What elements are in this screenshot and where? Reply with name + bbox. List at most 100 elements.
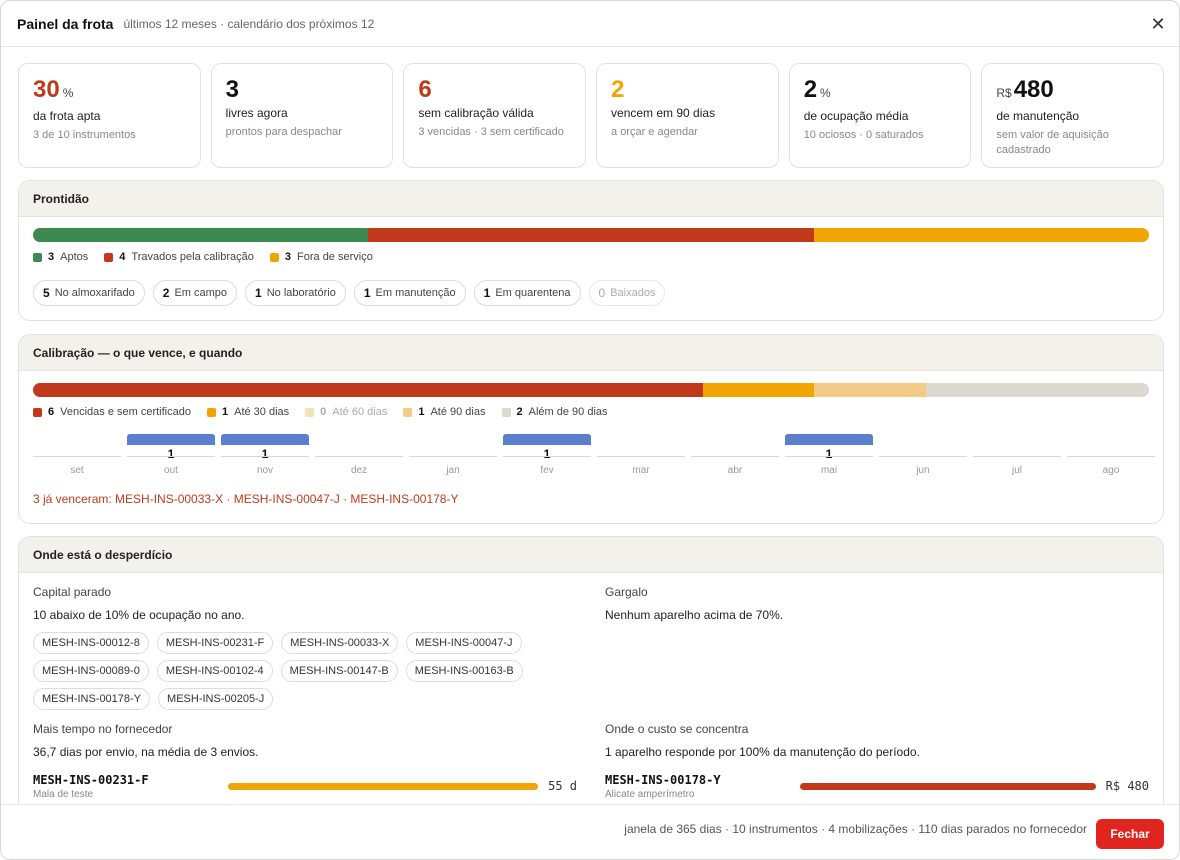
stacked-bar-segment bbox=[367, 228, 815, 242]
legend-label: Até 60 dias bbox=[332, 406, 388, 418]
instrument-tag[interactable]: MESH-INS-00047-J bbox=[406, 632, 522, 654]
location-label: No almoxarifado bbox=[54, 287, 135, 299]
legend-count: 1 bbox=[418, 406, 425, 418]
location-count: 2 bbox=[162, 286, 170, 300]
cost-top-item[interactable]: MESH-INS-00178-Y Alicate amperímetro R$ … bbox=[605, 773, 1149, 803]
idle-title: Capital parado bbox=[33, 585, 112, 599]
calibration-title: Calibração — o que vence, e quando bbox=[19, 335, 1163, 371]
month-label: out bbox=[164, 465, 178, 476]
legend-item: 1 Até 90 dias bbox=[403, 406, 486, 418]
month-column: set bbox=[33, 434, 121, 480]
legend-label: Aptos bbox=[60, 251, 89, 263]
instrument-tag[interactable]: MESH-INS-00231-F bbox=[156, 632, 274, 654]
supplier-text: 36,7 dias por envio, na média de 3 envio… bbox=[33, 745, 259, 759]
supplier-top-item[interactable]: MESH-INS-00231-F Mala de teste 55 d bbox=[33, 773, 577, 803]
month-label: mai bbox=[820, 465, 838, 476]
legend-count: 6 bbox=[48, 406, 55, 418]
kpi-label: sem calibração válida bbox=[418, 106, 534, 120]
instrument-tag[interactable]: MESH-INS-00205-J bbox=[158, 688, 274, 710]
readiness-legend: 3 Aptos 4 Travados pela calibração 3 Fora de … bbox=[33, 251, 373, 263]
location-count: 1 bbox=[483, 286, 491, 300]
instrument-tag[interactable]: MESH-INS-00012-8 bbox=[33, 632, 149, 654]
bottleneck-section: Gargalo Nenhum aparelho acima de 70%. bbox=[605, 585, 1145, 622]
month-baseline bbox=[503, 456, 591, 457]
month-count: 1 bbox=[543, 447, 551, 461]
instrument-tag[interactable]: MESH-INS-00102-4 bbox=[156, 660, 273, 682]
month-label: fev bbox=[540, 465, 554, 476]
kpi-note: sem valor de aquisição cadastrado bbox=[996, 129, 1109, 156]
location-label: Em quarentena bbox=[495, 287, 571, 299]
legend-swatch bbox=[305, 407, 315, 417]
supplier-item-value: 55 d bbox=[548, 779, 577, 793]
location-pill[interactable]: 2 Em campo bbox=[152, 280, 238, 306]
instrument-tag[interactable]: MESH-INS-00178-Y bbox=[33, 688, 151, 710]
month-baseline bbox=[785, 456, 873, 457]
close-button[interactable]: Fechar bbox=[1096, 819, 1164, 849]
month-column: 1 fev bbox=[503, 434, 591, 480]
month-label: abr bbox=[727, 465, 743, 476]
legend-swatch bbox=[206, 407, 216, 417]
kpi-note: 3 vencidas · 3 sem certificado bbox=[418, 126, 564, 138]
location-label: Em campo bbox=[174, 287, 228, 299]
legend-item: 2 Além de 90 dias bbox=[501, 406, 608, 418]
location-pill[interactable]: 1 Em manutenção bbox=[353, 280, 466, 306]
month-label: jun bbox=[916, 465, 930, 476]
readiness-card: Prontidão 3 Aptos 4 Travados pela calibraçã… bbox=[18, 180, 1164, 321]
waste-title: Onde está o desperdício bbox=[19, 537, 1163, 573]
stacked-bar-segment bbox=[33, 383, 703, 397]
month-column: jun bbox=[879, 434, 967, 480]
instrument-tag[interactable]: MESH-INS-00033-X bbox=[281, 632, 399, 654]
dialog-footer: janela de 365 dias · 10 instrumentos · 4… bbox=[1, 804, 1179, 859]
kpi-card: 2 vencem em 90 dias a orçar e agendar bbox=[596, 63, 779, 168]
legend-label: Travados pela calibração bbox=[131, 251, 254, 263]
legend-swatch bbox=[33, 407, 42, 417]
kpi-value-row: 2% bbox=[804, 76, 957, 107]
location-pill[interactable]: 1 Em quarentena bbox=[473, 280, 581, 306]
month-label: ago bbox=[1102, 465, 1120, 476]
legend-count: 3 bbox=[48, 251, 55, 263]
instrument-tag[interactable]: MESH-INS-00163-B bbox=[405, 660, 523, 682]
cost-text: 1 aparelho responde por 100% da manutenç… bbox=[605, 745, 920, 759]
bottleneck-title: Gargalo bbox=[605, 585, 648, 599]
location-pill[interactable]: 1 No laboratório bbox=[245, 280, 346, 306]
month-baseline bbox=[597, 456, 685, 457]
readiness-title: Prontidão bbox=[19, 181, 1163, 217]
month-baseline bbox=[973, 456, 1061, 457]
location-pill[interactable]: 0 Baixados bbox=[588, 280, 666, 306]
kpi-label: de ocupação média bbox=[803, 109, 909, 123]
legend-swatch bbox=[269, 252, 279, 262]
kpi-card: 3 livres agora prontos para despachar bbox=[210, 63, 394, 168]
legend-label: Até 30 dias bbox=[234, 406, 290, 418]
legend-label: Vencidas e sem certificado bbox=[60, 406, 191, 418]
kpi-value: 2 bbox=[611, 76, 625, 103]
close-icon[interactable]: ✕ bbox=[1149, 15, 1167, 33]
supplier-time-section: Mais tempo no fornecedor 36,7 dias por e… bbox=[33, 722, 573, 759]
kpi-note: 3 de 10 instrumentos bbox=[33, 129, 136, 141]
calibration-stacked-bar bbox=[33, 383, 1149, 397]
kpi-label: vencem em 90 dias bbox=[611, 106, 716, 120]
month-column: 1 nov bbox=[221, 434, 309, 480]
idle-text: 10 abaixo de 10% de ocupação no ano. bbox=[33, 608, 245, 622]
calibration-month-timeline: set 1 out 1 nov dez jan 1 fev mar abr 1 mai jun jul ago bbox=[33, 434, 1155, 480]
dialog-subtitle: últimos 12 meses · calendário dos próxim… bbox=[123, 16, 375, 31]
calibration-card: Calibração — o que vence, e quando 6 Venc… bbox=[18, 334, 1164, 524]
legend-count: 4 bbox=[119, 251, 126, 263]
legend-item: 3 Aptos bbox=[33, 251, 88, 263]
location-pill[interactable]: 5 No almoxarifado bbox=[33, 280, 145, 306]
kpi-value-row: 6 bbox=[418, 76, 571, 104]
kpi-value: 480 bbox=[1013, 76, 1054, 103]
month-label: mar bbox=[632, 465, 650, 476]
legend-swatch bbox=[501, 407, 511, 417]
legend-swatch bbox=[403, 407, 413, 417]
month-count: 1 bbox=[167, 447, 175, 461]
dialog-body[interactable]: 30% da frota apta 3 de 10 instrumentos 3 liv… bbox=[1, 48, 1179, 804]
legend-count: 1 bbox=[221, 406, 229, 418]
instrument-tag[interactable]: MESH-INS-00147-B bbox=[280, 660, 398, 682]
month-column: mar bbox=[597, 434, 685, 480]
cost-bar bbox=[800, 783, 1096, 790]
instrument-tag[interactable]: MESH-INS-00089-0 bbox=[33, 660, 149, 682]
month-baseline bbox=[879, 456, 967, 457]
stacked-bar-segment bbox=[33, 228, 368, 242]
month-label: nov bbox=[256, 465, 274, 476]
kpi-value: 30 bbox=[33, 76, 60, 103]
